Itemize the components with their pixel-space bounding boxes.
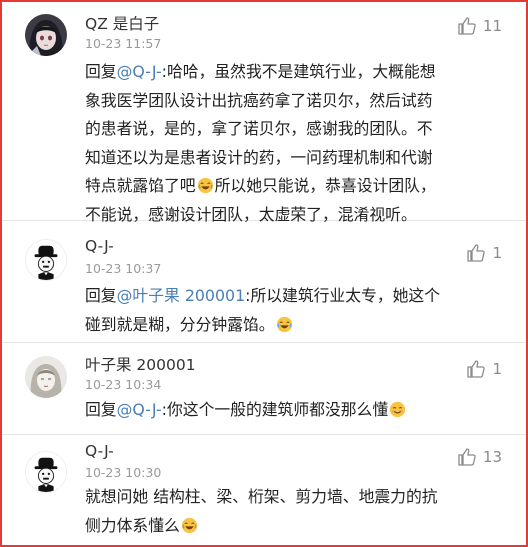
thumbs-up-icon (458, 17, 476, 35)
text-line: 特点就露馅了吧 (85, 176, 196, 195)
comment-item: 叶子果 200001 10-23 10:34 1 回复@Q-J-:你这个一般的建… (2, 343, 526, 435)
chaplin-avatar-icon (26, 452, 66, 492)
comment-author[interactable]: Q-J- (85, 237, 114, 255)
comment-item: QZ 是白子 10-23 11:57 11 回复@Q-J-:哈哈，虽然我不是建筑… (2, 2, 526, 224)
comment-text: 回复@Q-J-:哈哈，虽然我不是建筑行业，大概能想 象我医学团队设计出抗癌药拿了… (85, 58, 506, 229)
comment-item: Q-J- 10-23 10:30 13 就想问她 结构柱、梁、桁架、剪力墙、地震… (2, 435, 526, 545)
text-line: 侧力体系懂么 (85, 515, 180, 535)
mention-link[interactable]: @Q-J- (117, 62, 162, 81)
avatar[interactable] (25, 356, 67, 398)
avatar[interactable] (25, 14, 67, 56)
comment-text: 就想问她 结构柱、梁、桁架、剪力墙、地震力的抗 侧力体系懂么 (85, 483, 506, 540)
like-button[interactable]: 1 (466, 243, 502, 263)
like-count: 13 (482, 448, 502, 466)
like-button[interactable]: 1 (466, 359, 502, 379)
thumbs-up-icon (467, 360, 486, 378)
reply-prefix: 回复 (85, 400, 117, 419)
comment-text: 回复@Q-J-:你这个一般的建筑师都没那么懂 (85, 396, 506, 425)
mention-link[interactable]: @叶子果 200001 (117, 286, 246, 305)
text-line: 就想问她 结构柱、梁、桁架、剪力墙、地震力的抗 (85, 487, 438, 506)
avatar[interactable] (25, 239, 67, 281)
reply-prefix: 回复 (85, 62, 117, 81)
comment-time: 10-23 11:57 (85, 36, 162, 51)
sketch-portrait-avatar-icon (25, 356, 67, 398)
laughing-emoji-icon (276, 316, 292, 332)
reply-prefix: 回复 (85, 286, 117, 305)
comment-author[interactable]: QZ 是白子 (85, 12, 159, 34)
like-count: 1 (492, 360, 502, 378)
like-button[interactable]: 11 (457, 16, 502, 36)
text-line: 象我医学团队设计出抗癌药拿了诺贝尔，然后试药 (85, 90, 433, 110)
text-line: 所以她只能说，恭喜设计团队， (214, 176, 436, 195)
avatar[interactable] (25, 451, 67, 493)
comment-time: 10-23 10:30 (85, 465, 162, 480)
laughing-emoji-icon (181, 517, 197, 533)
comment-author[interactable]: 叶子果 200001 (85, 353, 196, 375)
text-line: :哈哈，虽然我不是建筑行业，大概能想 (161, 62, 436, 81)
anime-girl-avatar-icon (25, 14, 67, 56)
thumbs-up-icon (458, 448, 476, 466)
mention-link[interactable]: @Q-J- (117, 400, 162, 419)
text-line: 碰到就是糊，分分钟露馅。 (85, 314, 275, 334)
comment-time: 10-23 10:37 (85, 261, 162, 276)
comment-time: 10-23 10:34 (85, 377, 162, 392)
like-count: 11 (482, 17, 502, 35)
text-line: 知道还以为是患者设计的药，一问药理机制和代谢 (85, 147, 433, 167)
laughing-emoji-icon (197, 177, 213, 194)
smile-emoji-icon (389, 401, 406, 418)
comment-item: Q-J- 10-23 10:37 1 回复@叶子果 200001:所以建筑行业太… (2, 221, 526, 343)
comment-author[interactable]: Q-J- (85, 442, 114, 460)
comment-text: 回复@叶子果 200001:所以建筑行业太专，她这个 碰到就是糊，分分钟露馅。 (85, 282, 506, 339)
text-line: 的患者说，是的，拿了诺贝尔，感谢我的团队。不 (85, 119, 433, 138)
like-button[interactable]: 13 (457, 447, 502, 467)
thumbs-up-icon (467, 244, 486, 262)
text-line: :所以建筑行业太专，她这个 (245, 286, 441, 305)
chaplin-avatar-icon (26, 240, 66, 280)
text-line: :你这个一般的建筑师都没那么懂 (161, 400, 389, 419)
like-count: 1 (492, 244, 502, 262)
